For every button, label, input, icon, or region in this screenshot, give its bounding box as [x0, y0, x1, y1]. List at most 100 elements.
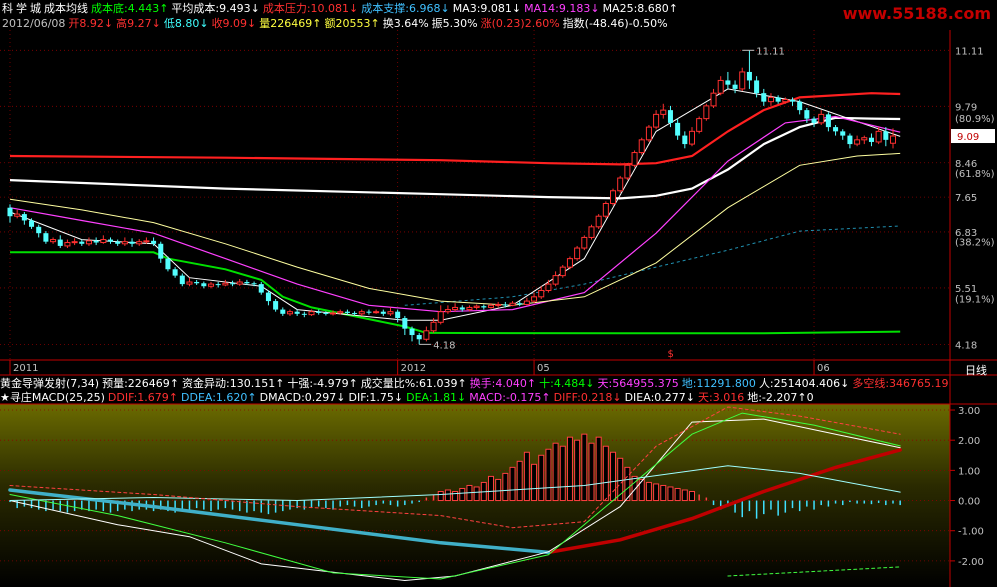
macd-bar	[631, 475, 638, 502]
candle-body	[7, 207, 13, 217]
candle-body	[93, 240, 99, 243]
candle-body	[545, 283, 552, 291]
indicator-header-line1: 黄金导弹发射(7,34) 预量:226469↑ 资金异动:130.151↑ 十强:-4…	[0, 377, 952, 390]
low-annotation: 4.18	[433, 340, 455, 351]
macd-bar	[566, 436, 573, 502]
indicator-header-item: 人:251404.406↓	[758, 377, 850, 390]
candle-body	[136, 241, 143, 245]
candle-body	[624, 164, 631, 179]
candle-body	[638, 139, 645, 154]
indicator-header-item: 黄金导弹发射(7,34)	[0, 377, 100, 390]
candle-body	[21, 214, 27, 221]
fib-level-label: (80.9%)	[955, 114, 995, 125]
candle-body	[395, 311, 401, 319]
price-header-item: 成本支撑:6.968↓	[361, 2, 450, 15]
candle-body	[143, 240, 150, 243]
price-tick-label: 11.11	[955, 46, 984, 57]
price-header-line1: 科学城成本均线 成本底:4.443↑ 平均成本:9.493↓ 成本压力:10.081↓…	[2, 2, 681, 15]
macd-bar	[688, 490, 695, 502]
candle-body	[710, 92, 717, 107]
candle-body	[868, 137, 874, 142]
macd-bar	[610, 451, 617, 502]
macd-bar	[681, 489, 688, 502]
candle-body	[85, 240, 92, 245]
candle-body	[71, 241, 78, 244]
price-header-item: 科	[2, 2, 13, 15]
candle-body	[50, 239, 57, 243]
macd-bar	[667, 486, 674, 502]
x-axis-labels: 2011 2012 05 06	[9, 360, 830, 375]
indicator-header-item: 资金异动:130.151↑	[182, 377, 285, 390]
fib-level-label: (38.2%)	[955, 238, 995, 249]
candle-body	[645, 126, 652, 141]
candle-body	[430, 321, 437, 332]
candle-body	[186, 281, 193, 285]
indicator-header-item: DDEA:1.620↑	[181, 391, 257, 404]
chart-canvas[interactable]: 11.119.79(80.9%)8.46(61.8%)7.656.83(38.2…	[0, 0, 997, 587]
price-header-item: MA3:9.081↓	[452, 2, 522, 15]
candle-body	[854, 139, 861, 145]
candle-body	[323, 312, 329, 314]
macd-bar	[653, 483, 660, 502]
price-header-item: 指数(-48.46)-0.50%	[562, 17, 668, 30]
indicator-tick-label: -2.00	[958, 557, 984, 568]
macd-bar	[495, 478, 502, 502]
candle-body	[158, 243, 164, 259]
price-header-item: 成本均线	[44, 2, 88, 15]
price-header-item: 换3.64%	[382, 17, 429, 30]
candle-body	[352, 312, 358, 314]
date-tick-label: 2011	[13, 363, 38, 374]
candle-body	[588, 226, 595, 238]
macd-bar	[674, 487, 681, 502]
candle-body	[767, 96, 774, 103]
candle-body	[595, 215, 602, 228]
watermark-logo: www.55188.com	[842, 4, 991, 23]
candle-body	[473, 305, 480, 308]
price-tick-label: 4.18	[955, 340, 977, 351]
indicator-header-item: 多空线:346765.19	[852, 377, 949, 390]
candle-body	[366, 311, 372, 313]
candle-body	[172, 269, 178, 276]
price-header-item: 平均成本:9.493↓	[171, 2, 260, 15]
indicator-header-item: 换手:4.040↑	[469, 377, 537, 390]
macd-bar	[645, 481, 652, 502]
candle-body	[667, 110, 673, 123]
indicator-header-item: DDIF:1.679↑	[107, 391, 178, 404]
price-tick-label: 7.65	[955, 193, 977, 204]
macd-bar	[545, 448, 552, 502]
candle-body	[481, 306, 487, 308]
candle-body	[57, 239, 63, 246]
candle-body	[236, 281, 243, 285]
candle-body	[602, 202, 609, 217]
indicator-tick-label: 2.00	[958, 436, 980, 447]
candle-body	[581, 236, 588, 249]
candle-body	[36, 226, 42, 234]
candle-body	[746, 71, 752, 81]
candle-body	[509, 302, 516, 306]
candle-body	[883, 131, 889, 140]
candle-body	[100, 239, 107, 244]
candle-body	[115, 241, 121, 244]
price-header-item: 城	[30, 2, 41, 15]
indicator-header-item: 成交量比%:61.039↑	[360, 377, 467, 390]
indicator-header-item: 预量:226469↑	[102, 377, 179, 390]
candle-body	[610, 190, 617, 204]
indicator-header-item: 地:-2.207↑0	[747, 391, 814, 404]
candle-body	[452, 306, 459, 311]
macd-bar	[473, 486, 480, 502]
fib-level-label: (61.8%)	[955, 169, 995, 180]
candle-body	[121, 241, 128, 245]
candle-body	[14, 213, 21, 217]
candle-body	[273, 301, 279, 310]
candle-body	[566, 258, 573, 268]
macd-bar	[588, 442, 595, 502]
indicator-header-item: DIF:1.75↓	[348, 391, 404, 404]
candle-body	[316, 311, 322, 313]
macd-bar	[452, 490, 459, 502]
period-tab-daily[interactable]: 日线	[965, 362, 987, 378]
candle-body	[789, 99, 796, 102]
candle-body	[286, 311, 293, 315]
macd-bar	[538, 454, 545, 502]
price-tick-label: 5.51	[955, 284, 977, 295]
macd-bar	[531, 463, 538, 502]
